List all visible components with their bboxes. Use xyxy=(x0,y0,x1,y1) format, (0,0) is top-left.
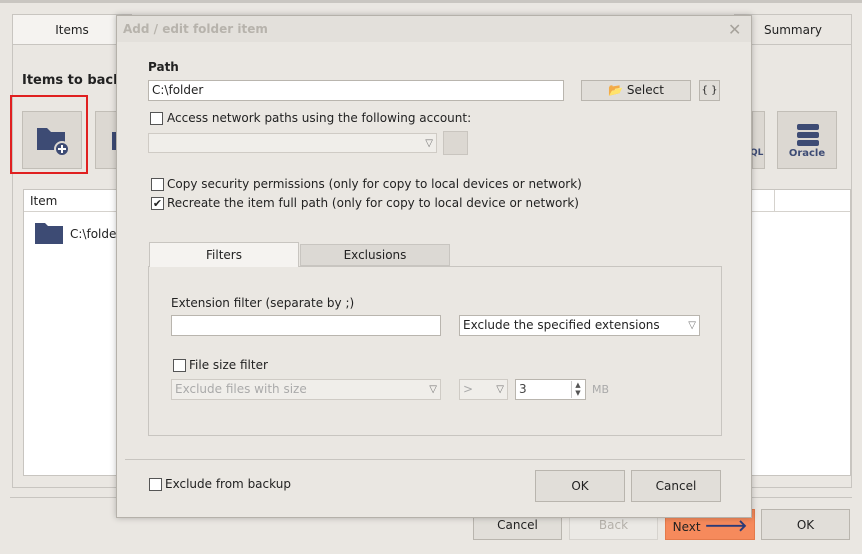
copy-permissions-checkbox[interactable] xyxy=(151,178,164,191)
account-button[interactable] xyxy=(443,131,468,155)
dialog-titlebar: Add / edit folder item ✕ xyxy=(117,16,751,42)
file-icon xyxy=(112,132,118,150)
file-size-unit: MB xyxy=(592,383,610,396)
section-title: Items to backu xyxy=(22,73,132,88)
column-divider xyxy=(774,190,775,212)
variables-button[interactable]: { } xyxy=(699,80,720,101)
dialog-cancel-button[interactable]: Cancel xyxy=(631,470,721,502)
path-input[interactable]: C:\folder xyxy=(148,80,564,101)
extension-filter-input[interactable] xyxy=(171,315,441,336)
oracle-button[interactable]: Oracle xyxy=(777,111,837,169)
select-button[interactable]: 📂 Select xyxy=(581,80,691,101)
extension-filter-label: Extension filter (separate by ;) xyxy=(171,296,355,310)
file-size-label: File size filter xyxy=(189,358,268,372)
arrow-right-icon: 🡒 xyxy=(704,516,748,535)
next-label: Next xyxy=(672,520,701,534)
recreate-path-label: Recreate the item full path (only for co… xyxy=(167,196,579,210)
network-account-select[interactable]: ▽ xyxy=(148,133,437,153)
network-label: Access network paths using the following… xyxy=(167,111,472,125)
file-size-value-input[interactable]: 3 ▲ ▼ xyxy=(515,379,586,400)
oracle-label: Oracle xyxy=(788,148,826,159)
file-size-checkbox[interactable] xyxy=(173,359,186,372)
spinner-icon[interactable]: ▲ ▼ xyxy=(571,381,584,398)
extension-mode-value: Exclude the specified extensions xyxy=(463,318,660,332)
network-checkbox[interactable] xyxy=(150,112,163,125)
chevron-down-icon: ▽ xyxy=(425,138,433,149)
filters-panel: Extension filter (separate by ;) Exclude… xyxy=(148,266,722,436)
sql-label: QL xyxy=(750,148,764,158)
chevron-down-icon: ▽ xyxy=(496,384,504,395)
list-header-item: Item xyxy=(30,194,58,208)
add-file-button[interactable] xyxy=(95,111,118,169)
highlight-outline xyxy=(10,95,88,174)
file-size-value: 3 xyxy=(519,382,527,396)
sql-button[interactable]: QL xyxy=(750,111,765,169)
dialog-title: Add / edit folder item xyxy=(123,22,268,36)
file-size-mode-value: Exclude files with size xyxy=(175,382,307,396)
exclude-from-backup-label: Exclude from backup xyxy=(165,477,291,491)
list-item-label: C:\folder xyxy=(70,227,122,241)
chevron-down-icon: ▽ xyxy=(688,320,696,331)
file-size-operator-value: > xyxy=(463,382,474,396)
edit-folder-dialog: Add / edit folder item ✕ Path C:\folder … xyxy=(116,15,752,518)
path-label: Path xyxy=(148,60,179,74)
ok-button[interactable]: OK xyxy=(761,509,850,540)
extension-mode-select[interactable]: Exclude the specified extensions ▽ xyxy=(459,315,700,336)
chevron-down-icon: ▽ xyxy=(429,384,437,395)
recreate-path-checkbox[interactable]: ✔ xyxy=(151,197,164,210)
file-size-mode-select[interactable]: Exclude files with size ▽ xyxy=(171,379,441,400)
folder-open-icon: 📂 xyxy=(608,83,624,97)
top-strip xyxy=(0,0,862,3)
folder-icon xyxy=(35,223,63,244)
exclude-from-backup-checkbox[interactable] xyxy=(149,478,162,491)
dialog-ok-button[interactable]: OK xyxy=(535,470,625,502)
tab-items[interactable]: Items xyxy=(12,14,132,44)
tab-filters[interactable]: Filters xyxy=(149,242,299,267)
dialog-footer-separator xyxy=(125,459,745,460)
database-icon xyxy=(797,124,819,146)
select-label: Select xyxy=(626,83,664,97)
tab-exclusions[interactable]: Exclusions xyxy=(300,244,450,266)
close-icon[interactable]: ✕ xyxy=(728,20,741,39)
copy-permissions-label: Copy security permissions (only for copy… xyxy=(167,177,582,191)
file-size-operator-select[interactable]: > ▽ xyxy=(459,379,508,400)
